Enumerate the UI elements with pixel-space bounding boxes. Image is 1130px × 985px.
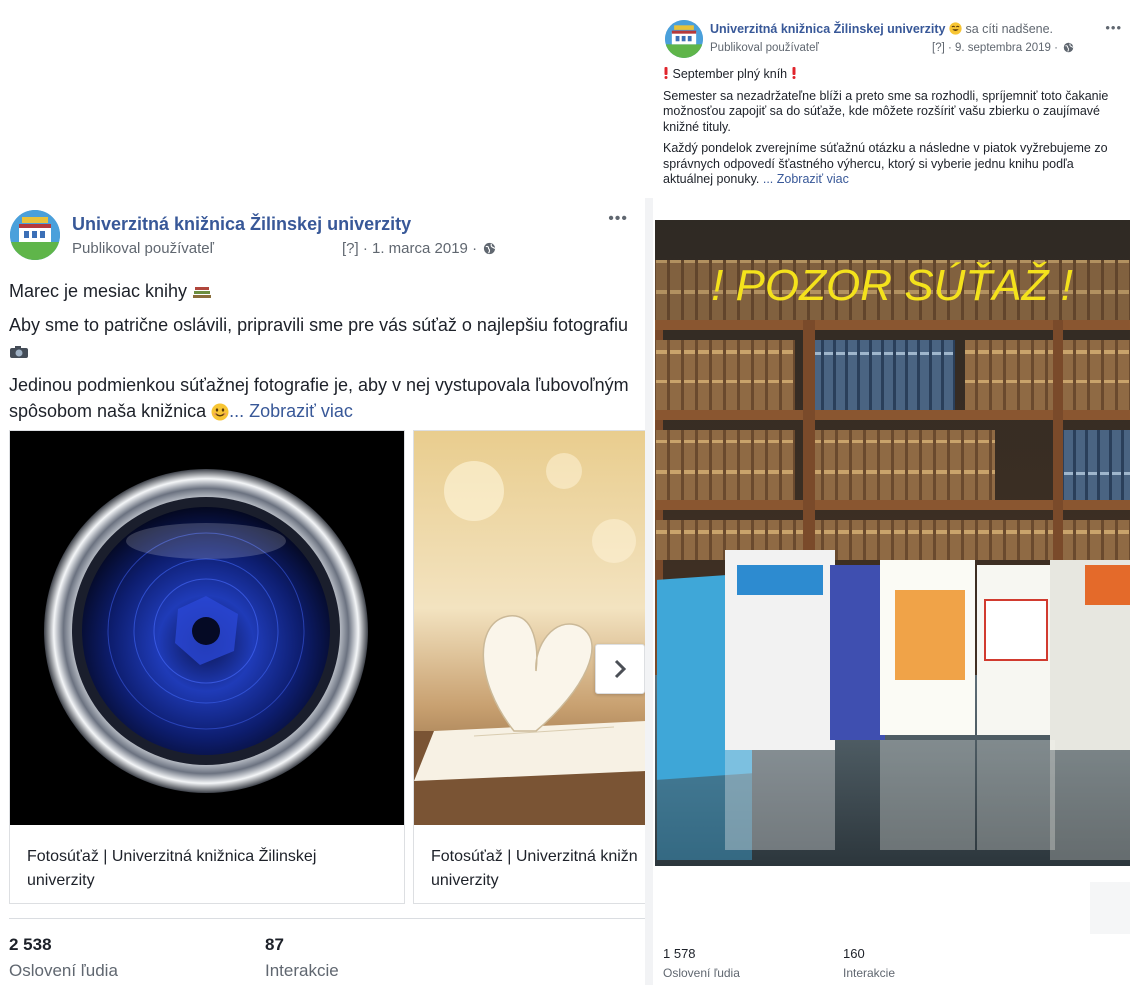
photo-title: ! POZOR SÚŤAŽ ! <box>711 261 1073 310</box>
chevron-right-icon <box>614 659 627 679</box>
exclamation-icon <box>792 67 796 79</box>
books-emoji <box>193 287 212 299</box>
post-march: Univerzitná knižnica Žilinskej univerzit… <box>0 198 646 985</box>
post-date[interactable]: [?] · 9. septembra 2019 · <box>932 42 1074 54</box>
post-separator <box>645 198 653 985</box>
reach-value: 2 538 <box>9 935 52 954</box>
post-date-text: [?] · 1. marca 2019 · <box>342 240 478 257</box>
page-name-text: Univerzitná knižnica Žilinskej univerzit… <box>710 22 946 36</box>
book-heart-image <box>414 431 646 825</box>
post-header: Univerzitná knižnica Žilinskej univerzit… <box>10 210 640 260</box>
page-name-link[interactable]: Univerzitná knižnica Žilinskej univerzit… <box>710 22 1053 36</box>
paragraph-1: Marec je mesiac knihy <box>9 281 188 301</box>
post-text: Marec je mesiac knihy Aby sme to patričn… <box>9 278 629 432</box>
globe-icon <box>1063 42 1074 53</box>
camera-lens-image <box>10 431 404 825</box>
feeling-text: sa cíti nadšene. <box>965 22 1054 36</box>
paragraph-2: Každý pondelok zverejníme súťažnú otázku… <box>663 141 1108 186</box>
reach-value: 1 578 <box>663 946 696 961</box>
reach-label: Oslovení ľudia <box>9 961 118 980</box>
more-options-button[interactable]: ••• <box>1105 20 1122 35</box>
smile-emoji <box>211 403 229 421</box>
published-by: Publikoval používateľ <box>710 42 819 54</box>
post-text: September plný kníh Semester sa nezadrža… <box>663 67 1123 194</box>
photo-side-panel <box>1090 882 1130 934</box>
interactions-label: Interakcie <box>265 961 339 980</box>
stats-divider <box>9 918 645 919</box>
globe-icon <box>484 242 496 255</box>
see-more-link[interactable]: ... Zobraziť viac <box>763 172 849 186</box>
happy-face-emoji <box>949 22 962 35</box>
headline: September plný kníh <box>672 67 788 81</box>
reach-label: Oslovení ľudia <box>663 966 740 980</box>
paragraph-2: Aby sme to patrične oslávili, pripravili… <box>9 315 629 335</box>
exclamation-icon <box>664 67 668 79</box>
see-more-link[interactable]: ... Zobraziť viac <box>229 401 353 421</box>
contest-photo[interactable]: ! POZOR SÚŤAŽ ! <box>655 220 1130 866</box>
page-avatar[interactable] <box>10 210 60 260</box>
page-avatar[interactable] <box>665 20 703 58</box>
camera-emoji <box>10 346 28 359</box>
card-2-caption-line2: univerzity <box>431 872 499 889</box>
carousel-card-1[interactable]: Fotosúťaž | Univerzitná knižnica Žilinsk… <box>9 430 405 904</box>
carousel-next-button[interactable] <box>595 644 645 694</box>
published-by: Publikoval používateľ <box>72 240 214 257</box>
card-1-caption: Fotosúťaž | Univerzitná knižnica Žilinsk… <box>27 848 317 889</box>
post-september: Univerzitná knižnica Žilinskej univerzit… <box>653 0 1130 985</box>
page-name-link[interactable]: Univerzitná knižnica Žilinskej univerzit… <box>72 214 411 235</box>
post-meta: Publikoval používateľ [?] · 9. septembra… <box>710 42 1090 54</box>
post-meta: Publikoval používateľ [?] · 1. marca 201… <box>72 240 522 257</box>
interactions-label: Interakcie <box>843 966 896 980</box>
post-date[interactable]: [?] · 1. marca 2019 · <box>342 240 496 257</box>
paragraph-1: Semester sa nezadržateľne blíži a preto … <box>663 88 1109 134</box>
interactions-value: 160 <box>843 946 865 961</box>
interactions-value: 87 <box>265 935 284 954</box>
card-2-caption: Fotosúťaž | Univerzitná knižn <box>431 848 638 865</box>
post-date-text: [?] · 9. septembra 2019 · <box>932 42 1058 54</box>
more-options-button[interactable]: ••• <box>608 210 628 228</box>
